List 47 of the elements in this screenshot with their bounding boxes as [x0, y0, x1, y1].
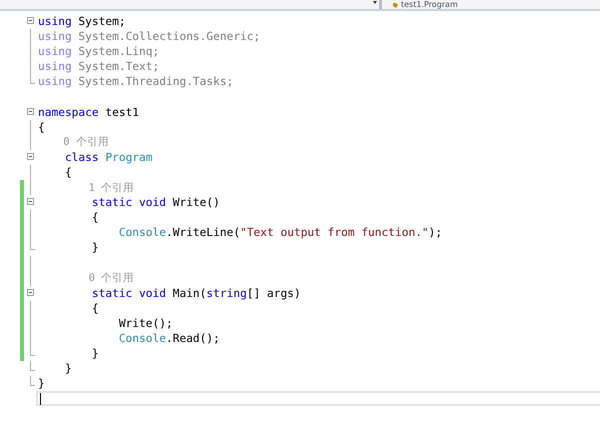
- caret-icon: [373, 1, 377, 4]
- keyword: using: [38, 75, 72, 88]
- keyword: static void: [90, 196, 166, 210]
- code-text: .Read();: [166, 332, 220, 346]
- reference-count[interactable]: 0 个引用: [38, 135, 109, 150]
- code-text: Write(): [172, 196, 220, 210]
- code-text: {: [64, 166, 72, 179]
- code-text: System.Collections.Generic;: [77, 30, 260, 44]
- code-text: }: [90, 241, 99, 254]
- reference-count[interactable]: 1 个引用: [38, 180, 134, 195]
- code-text: System;: [77, 15, 126, 28]
- keyword: using: [38, 30, 72, 44]
- keyword: using: [38, 15, 72, 28]
- string-literal: "Text output from function.": [240, 226, 429, 240]
- code-text: System.Threading.Tasks;: [77, 75, 234, 88]
- type-name: Console: [118, 332, 166, 346]
- code-text: [] args): [246, 286, 301, 300]
- text-cursor: [40, 392, 41, 405]
- code-text: {: [38, 120, 45, 134]
- keyword: string: [206, 286, 247, 300]
- class-icon: [392, 2, 399, 9]
- collapse-icon[interactable]: [27, 108, 34, 115]
- keyword: using: [38, 45, 72, 58]
- code-text: .WriteLine(: [166, 226, 240, 240]
- code-text: System.Linq;: [77, 45, 160, 58]
- type-name: Program: [104, 150, 153, 164]
- code-text: {: [90, 211, 99, 224]
- keyword: namespace: [38, 106, 99, 119]
- collapse-icon[interactable]: [27, 152, 34, 160]
- collapse-icon[interactable]: [27, 288, 34, 296]
- code-text: }: [90, 347, 99, 360]
- keyword: class: [64, 150, 99, 164]
- keyword: using: [38, 60, 72, 74]
- keyword: static void: [90, 286, 166, 300]
- code-text: Write();: [118, 316, 173, 330]
- code-text: }: [64, 362, 72, 376]
- type-name: Console: [118, 226, 166, 240]
- code-text: System.Text;: [77, 60, 160, 74]
- reference-count[interactable]: 0 个引用: [38, 271, 134, 286]
- code-text: Main(: [172, 286, 206, 300]
- collapse-icon[interactable]: [27, 17, 34, 24]
- member-dropdown[interactable]: test1.Program: [382, 0, 600, 9]
- collapse-icon[interactable]: [27, 198, 34, 206]
- code-text: {: [90, 302, 99, 315]
- code-text: test1: [104, 106, 140, 119]
- code-text: }: [38, 377, 45, 390]
- code-text: );: [428, 226, 442, 240]
